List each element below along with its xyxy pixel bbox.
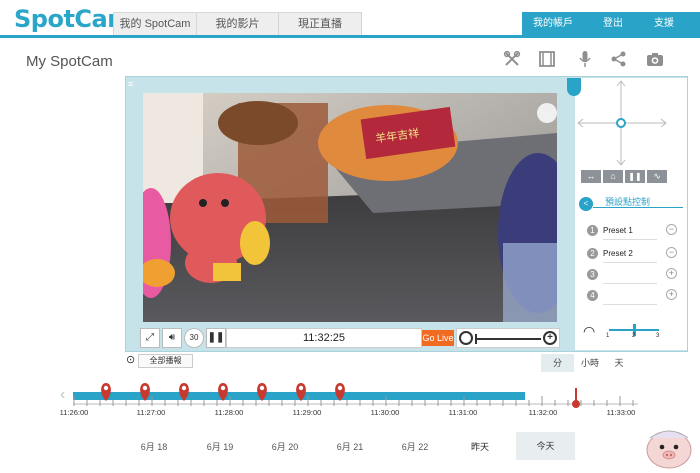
- date-tab-today[interactable]: 今天: [516, 432, 575, 460]
- speed-label-3: 3: [656, 333, 660, 339]
- scale-day[interactable]: 天: [608, 354, 630, 372]
- nav-divider: [0, 35, 700, 38]
- preset-label: Preset 1: [603, 226, 633, 235]
- location-pin-icon: ⊙: [126, 354, 136, 366]
- date-tab[interactable]: 6月 22: [402, 440, 429, 453]
- preset-underline: [603, 262, 657, 263]
- tick-label: 11:29:00: [292, 408, 322, 417]
- tick-label: 11:31:00: [448, 408, 478, 417]
- mascot-pig-logo: [646, 430, 692, 469]
- page-title: My SpotCam: [26, 53, 113, 70]
- home-icon[interactable]: ⌂: [603, 170, 623, 183]
- preset-row-3[interactable]: 3 +: [583, 266, 683, 284]
- tab-my-spotcam[interactable]: 我的 SpotCam: [113, 12, 197, 35]
- share-icon[interactable]: [610, 50, 628, 68]
- pan-tilt-pad[interactable]: [575, 78, 687, 173]
- tab-live-now[interactable]: 現正直播: [278, 12, 362, 35]
- horizontal-patrol-button[interactable]: ↔: [581, 170, 601, 183]
- zoom-control: +: [456, 328, 560, 348]
- preset-number: 2: [587, 248, 598, 259]
- support-link[interactable]: 支援: [646, 12, 682, 36]
- live-video-feed[interactable]: 羊年吉祥: [143, 93, 557, 322]
- volume-button[interactable]: 🔊︎: [162, 328, 182, 348]
- date-tab-yesterday[interactable]: 昨天: [471, 440, 489, 453]
- tools-icon[interactable]: [503, 50, 521, 68]
- timeline-prev-icon[interactable]: ‹: [60, 386, 65, 404]
- preset-underline: [603, 239, 657, 240]
- preset-title-underline: [593, 207, 683, 208]
- ptz-control-panel: ↔ ⌂ ❚❚ ∿ < 預設點控制 1 Preset 1 − 2 Preset 2…: [567, 78, 687, 350]
- panel-menu-icon[interactable]: ≡: [128, 79, 133, 89]
- preset-row-2[interactable]: 2 Preset 2 −: [583, 245, 683, 263]
- add-preset-button[interactable]: +: [666, 289, 677, 300]
- my-account-link[interactable]: 我的帳戶: [528, 12, 578, 36]
- fullscreen-button[interactable]: ⤢: [140, 328, 160, 348]
- player-controls: ⤢ 🔊︎ 30 ❚❚ 11:32:25 Go Live +: [138, 328, 568, 350]
- zoom-out-icon[interactable]: [459, 331, 473, 345]
- zoom-slider[interactable]: [475, 338, 541, 340]
- current-time: 11:32:25: [226, 328, 422, 348]
- date-tab[interactable]: 6月 18: [141, 440, 168, 453]
- logout-link[interactable]: 登出: [590, 12, 636, 36]
- tick-label: 11:33:00: [606, 408, 636, 417]
- preset-number: 4: [587, 290, 598, 301]
- speed-label-2: 2: [632, 333, 636, 339]
- speed-gauge-icon: ◠: [583, 323, 596, 339]
- preset-number: 1: [587, 225, 598, 236]
- zoom-in-icon[interactable]: +: [543, 331, 557, 345]
- zoom-slider-handle[interactable]: [475, 334, 477, 344]
- go-live-button[interactable]: Go Live: [422, 330, 454, 346]
- add-preset-button[interactable]: +: [666, 268, 677, 279]
- tick-label: 11:30:00: [370, 408, 400, 417]
- tick-label: 11:26:00: [59, 408, 89, 417]
- date-tab[interactable]: 6月 21: [337, 440, 364, 453]
- microphone-icon[interactable]: [576, 50, 594, 68]
- replay-30-button[interactable]: 30: [184, 328, 204, 348]
- preset-underline: [603, 283, 657, 284]
- tick-label: 11:32:00: [528, 408, 558, 417]
- pause-button[interactable]: ❚❚: [206, 328, 226, 348]
- patrol-pause-button[interactable]: ❚❚: [625, 170, 645, 183]
- tab-my-videos[interactable]: 我的影片: [196, 12, 279, 35]
- camera-icon[interactable]: [646, 50, 664, 68]
- remove-preset-button[interactable]: −: [666, 224, 677, 235]
- top-navigation: SpotCam 我的 SpotCam 我的影片 現正直播 我的帳戶 登出 支援: [0, 0, 700, 38]
- preset-share-icon: <: [579, 197, 593, 211]
- date-tab[interactable]: 6月 19: [207, 440, 234, 453]
- scale-minute[interactable]: 分: [541, 354, 574, 372]
- video-frame-image: 羊年吉祥: [143, 93, 557, 322]
- preset-underline: [603, 304, 657, 305]
- play-all-button[interactable]: 全部播報: [138, 354, 193, 368]
- tick-label: 11:28:00: [214, 408, 244, 417]
- account-bar: 我的帳戶 登出 支援: [522, 12, 700, 36]
- preset-number: 3: [587, 269, 598, 280]
- date-tab[interactable]: 6月 20: [272, 440, 299, 453]
- remove-preset-button[interactable]: −: [666, 247, 677, 258]
- speed-label-1: 1: [606, 333, 610, 339]
- scale-hour[interactable]: 小時: [577, 354, 603, 372]
- preset-row-1[interactable]: 1 Preset 1 −: [583, 222, 683, 240]
- preset-row-4[interactable]: 4 +: [583, 287, 683, 305]
- tick-label: 11:27:00: [136, 408, 166, 417]
- preset-label: Preset 2: [603, 249, 633, 258]
- film-icon[interactable]: [538, 50, 556, 68]
- auto-patrol-button[interactable]: ∿: [647, 170, 667, 183]
